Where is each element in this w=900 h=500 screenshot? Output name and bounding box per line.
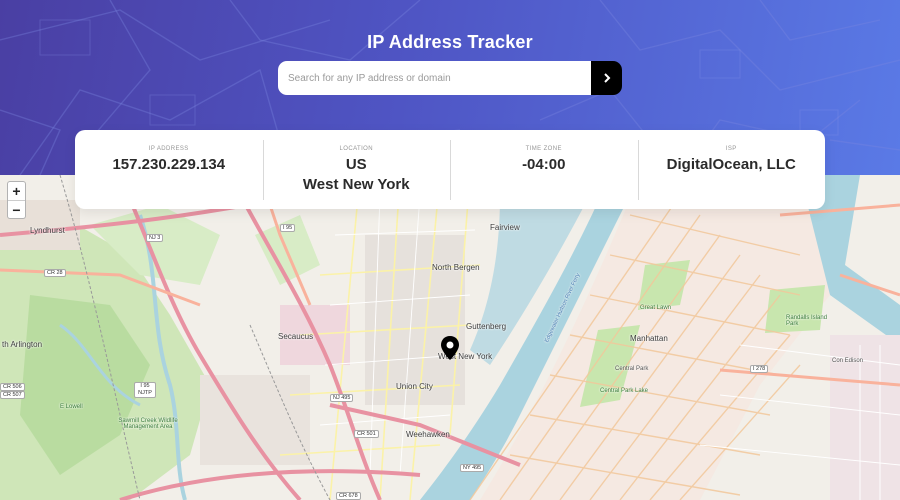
shield-cr678: CR 678 — [336, 492, 361, 500]
info-ip-value: 157.230.229.134 — [112, 156, 226, 173]
map-label-lyndhurst: Lyndhurst — [30, 226, 65, 235]
map-label-union-city: Union City — [396, 382, 433, 391]
map-label-fairview: Fairview — [490, 223, 520, 232]
location-marker[interactable] — [440, 335, 460, 366]
map-label-con-edison: Con Edison — [832, 358, 864, 364]
location-pin-icon — [441, 336, 459, 360]
info-ip: IP ADDRESS 157.230.229.134 — [75, 130, 263, 209]
shield-cr507: CR 507 — [0, 391, 25, 399]
page-title: IP Address Tracker — [367, 32, 533, 52]
map-label-great-lawn: Great Lawn — [640, 305, 672, 311]
info-location-label: LOCATION — [339, 146, 373, 152]
info-isp-label: ISP — [725, 146, 737, 152]
map-label-weehawken: Weehawken — [406, 430, 450, 439]
shield-i95-top: I 95 — [280, 224, 296, 232]
zoom-out-button[interactable]: − — [8, 200, 25, 218]
zoom-in-button[interactable]: + — [8, 182, 25, 200]
map-label-north-bergen: North Bergen — [432, 263, 480, 272]
shield-cr28: CR 28 — [44, 269, 66, 277]
shield-nj3: NJ 3 — [146, 234, 164, 242]
zoom-control: + − — [7, 181, 26, 219]
info-timezone-value: -04:00 — [522, 156, 566, 173]
map-label-central-lake: Central Park Lake — [600, 388, 649, 394]
shield-cr506: CR 506 — [0, 383, 25, 391]
info-ip-label: IP ADDRESS — [148, 146, 189, 152]
shield-i95-njtp: I 95 NJTP — [134, 382, 156, 398]
map-label-sawmill: Sawmill Creek Wildlife Management Area — [118, 418, 178, 430]
info-isp-value: DigitalOcean, LLC — [666, 156, 796, 173]
search-submit-button[interactable] — [591, 61, 622, 95]
info-timezone: TIME ZONE -04:00 — [450, 130, 638, 209]
map-label-secaucus: Secaucus — [278, 332, 314, 341]
map-label-north-arlington: th Arlington — [2, 340, 43, 349]
map-label-e-lowell: E Lowell — [60, 404, 83, 410]
shield-nj495: NJ 495 — [330, 394, 354, 402]
search-bar — [278, 61, 622, 95]
map-label-guttenberg: Guttenberg — [466, 322, 507, 331]
chevron-right-icon — [603, 73, 610, 83]
info-location-line2: West New York — [302, 176, 410, 193]
info-location-line1: US — [345, 156, 367, 173]
info-timezone-label: TIME ZONE — [525, 146, 562, 152]
info-location: LOCATION US West New York — [262, 130, 451, 209]
map-label-randalls: Randalls Island Park — [786, 315, 828, 327]
info-card: IP ADDRESS 157.230.229.134 LOCATION US W… — [75, 130, 825, 209]
info-isp: ISP DigitalOcean, LLC — [637, 130, 826, 209]
shield-i278: I 278 — [750, 365, 769, 373]
search-input[interactable] — [278, 61, 591, 95]
map-label-central-park: Central Park — [615, 366, 649, 372]
shield-cr501: CR 501 — [354, 430, 379, 438]
map-label-manhattan: Manhattan — [630, 334, 668, 343]
shield-ny495: NY 495 — [460, 464, 485, 472]
